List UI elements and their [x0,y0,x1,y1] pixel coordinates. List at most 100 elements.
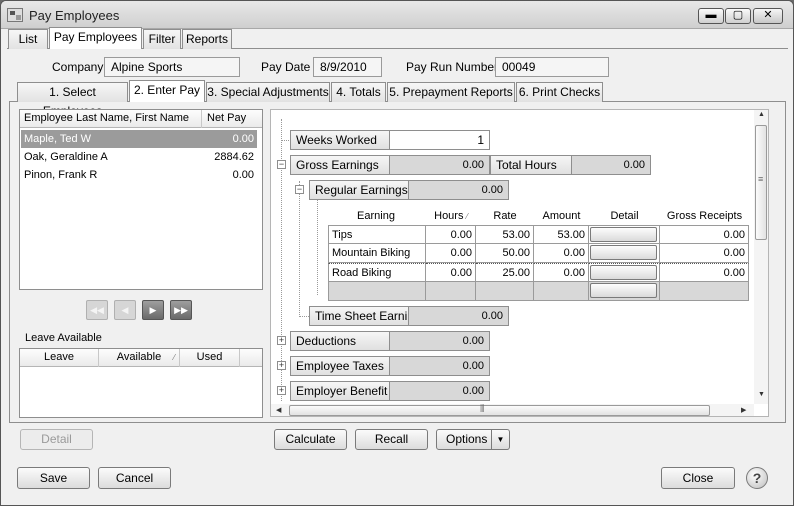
detail-cell [589,225,660,244]
tab-print-checks[interactable]: 6. Print Checks [516,82,603,102]
last-record-button[interactable]: ▶▶ [170,300,192,320]
new-row-cell[interactable] [426,282,476,301]
tab-enter-pay[interactable]: 2. Enter Pay [129,80,205,102]
grip-icon: ≡ [758,174,764,184]
earnings-grid[interactable]: Earning Hours ⁄ Rate Amount Detail Gross… [326,207,749,303]
col-rate[interactable]: Rate [476,207,534,225]
col-available[interactable]: Available ⁄ [99,349,180,367]
save-button[interactable]: Save [17,467,90,489]
earning-cell[interactable]: Mountain Biking [328,244,426,263]
vertical-scroll-thumb[interactable]: ≡ [755,125,767,240]
employer-benefit-value: 0.00 [389,381,490,401]
col-net-pay[interactable]: Net Pay [202,110,262,128]
col-hours[interactable]: Hours ⁄ [426,207,476,225]
amount-cell[interactable]: 0.00 [534,244,589,263]
tab-pay-employees[interactable]: Pay Employees [49,27,142,49]
gross-receipts-cell[interactable]: 0.00 [660,263,749,282]
earning-detail-button[interactable] [590,283,657,298]
new-row-cell[interactable] [534,282,589,301]
minimize-button[interactable]: ▬ [698,8,724,24]
tab-reports[interactable]: Reports [182,29,232,49]
col-gross-receipts[interactable]: Gross Receipts [660,207,749,225]
horizontal-scroll-thumb[interactable]: ⦀ [289,404,710,416]
total-hours-label: Total Hours [490,155,572,175]
detail-cell [589,244,660,263]
scroll-right-icon[interactable]: ▶ [741,406,746,414]
col-detail[interactable]: Detail [589,207,660,225]
collapse-gross-earnings-icon[interactable]: − [277,160,286,169]
next-record-button[interactable]: ▶ [142,300,164,320]
employer-benefit-label: Employer Benefit [290,381,390,401]
tab-special-adjustments[interactable]: 3. Special Adjustments [206,82,330,102]
employee-row[interactable]: Oak, Geraldine A 2884.62 [21,148,257,166]
gross-earnings-label: Gross Earnings [290,155,390,175]
employee-row[interactable]: Pinon, Frank R 0.00 [21,166,257,184]
scroll-left-icon[interactable]: ◀ [276,406,281,414]
time-sheet-earnings-label: Time Sheet Earni [309,306,409,326]
deductions-label: Deductions [290,331,390,351]
col-hours-label: Hours [434,210,464,222]
help-icon[interactable]: ? [746,467,768,489]
options-button-label: Options [446,432,488,446]
earning-cell[interactable]: Tips [328,225,426,244]
rate-cell[interactable]: 53.00 [476,225,534,244]
expand-employee-taxes-icon[interactable]: + [277,361,286,370]
hours-cell[interactable]: 0.00 [426,263,476,282]
weeks-worked-input[interactable]: 1 [389,130,490,150]
options-button[interactable]: Options ▼ [436,429,510,450]
col-used[interactable]: Used [180,349,240,367]
rate-cell[interactable]: 25.00 [476,263,534,282]
col-available-label: Available [116,351,162,363]
scroll-up-icon[interactable]: ▲ [758,111,765,118]
hours-cell[interactable]: 0.00 [426,225,476,244]
col-earning[interactable]: Earning [326,207,426,225]
amount-cell[interactable]: 53.00 [534,225,589,244]
employee-row[interactable]: Maple, Ted W 0.00 [21,130,257,148]
maximize-button[interactable]: ▢ [725,8,751,24]
new-row-cell[interactable] [476,282,534,301]
tab-list[interactable]: List [8,29,48,49]
expand-employer-benefit-icon[interactable]: + [277,386,286,395]
new-row-cell[interactable] [660,282,749,301]
close-window-button[interactable]: ✕ [753,8,783,24]
recall-button[interactable]: Recall [355,429,428,450]
earning-cell[interactable]: Road Biking [328,263,426,282]
gross-earnings-value: 0.00 [389,155,490,175]
col-employee-name[interactable]: Employee Last Name, First Name [20,110,202,128]
collapse-regular-earnings-icon[interactable]: − [295,185,304,194]
close-button[interactable]: Close [661,467,735,489]
cancel-button[interactable]: Cancel [98,467,171,489]
new-row-cell[interactable] [328,282,426,301]
tab-prepayment-reports[interactable]: 5. Prepayment Reports [387,82,515,102]
hours-cell[interactable]: 0.00 [426,244,476,263]
detail-button[interactable]: Detail [20,429,93,450]
col-amount[interactable]: Amount [534,207,589,225]
tab-filter[interactable]: Filter [143,29,181,49]
employee-net-pay: 2884.62 [214,151,254,163]
expand-deductions-icon[interactable]: + [277,336,286,345]
company-label: Company [52,60,104,74]
calculate-button[interactable]: Calculate [274,429,347,450]
earning-detail-button[interactable] [590,245,657,260]
pay-employees-window: Pay Employees ▬ ▢ ✕ List Pay Employees F… [0,0,794,506]
gross-receipts-cell[interactable]: 0.00 [660,244,749,263]
gross-receipts-cell[interactable]: 0.00 [660,225,749,244]
tree-line [317,199,318,295]
sort-indicator-icon: ⁄ [173,353,175,362]
detail-cell [589,282,660,301]
leave-list[interactable]: Leave Available ⁄ Used [19,348,263,418]
amount-cell[interactable]: 0.00 [534,263,589,282]
earning-detail-button[interactable] [590,265,657,280]
earning-detail-button[interactable] [590,227,657,242]
employee-list[interactable]: Employee Last Name, First Name Net Pay M… [19,109,263,290]
pay-date-label: Pay Date [261,60,311,74]
col-leave[interactable]: Leave [20,349,99,367]
first-record-button[interactable]: ◀◀ [86,300,108,320]
rate-cell[interactable]: 50.00 [476,244,534,263]
title-bar[interactable]: Pay Employees ▬ ▢ ✕ [1,1,793,29]
dropdown-arrow-icon[interactable]: ▼ [491,430,509,449]
tab-select-employees[interactable]: 1. Select Employees [17,82,128,118]
scroll-down-icon[interactable]: ▼ [758,391,765,398]
previous-record-button[interactable]: ◀ [114,300,136,320]
tab-totals[interactable]: 4. Totals [331,82,386,102]
